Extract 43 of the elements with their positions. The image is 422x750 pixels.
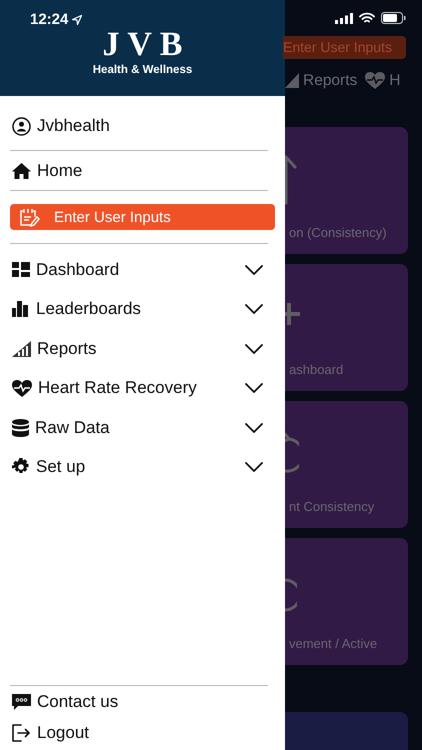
grid-icon bbox=[12, 262, 30, 278]
logout-icon bbox=[12, 724, 31, 742]
location-arrow-icon bbox=[72, 14, 82, 24]
menu-item[interactable]: Heart Rate Recovery bbox=[10, 368, 275, 408]
menu-item[interactable]: Set up bbox=[10, 448, 275, 487]
chat-bubble-icon bbox=[12, 694, 31, 710]
chevron-icon[interactable] bbox=[245, 462, 263, 472]
logo-title: J V B bbox=[102, 28, 182, 62]
card-label: vement / Active bbox=[289, 636, 378, 651]
card-label: nt Consistency bbox=[289, 498, 376, 514]
chevron-icon[interactable] bbox=[245, 264, 263, 275]
footer-item[interactable]: Logout bbox=[10, 716, 275, 750]
menu-item[interactable]: Dashboard bbox=[10, 250, 275, 290]
heart-pulse-icon bbox=[365, 72, 386, 90]
user-circle-icon bbox=[12, 116, 31, 136]
account-item[interactable]: Jvbhealth bbox=[10, 96, 275, 150]
plus-icon bbox=[285, 302, 301, 326]
nav-tab[interactable]: H bbox=[365, 72, 400, 90]
menu-item[interactable]: Leaderboards bbox=[10, 290, 275, 329]
home-icon bbox=[12, 162, 31, 178]
card-label: on (Consistency) bbox=[289, 224, 388, 240]
chevron-icon[interactable] bbox=[245, 383, 263, 394]
chevron-icon[interactable] bbox=[245, 304, 263, 314]
home-item[interactable]: Home bbox=[10, 151, 275, 190]
logo-subtitle: Health & Wellness bbox=[92, 64, 192, 76]
menu-item[interactable]: Raw Data bbox=[10, 408, 275, 448]
wifi-icon bbox=[359, 12, 375, 24]
footer-item[interactable]: Contact us bbox=[10, 688, 275, 716]
card-label: ashboard bbox=[289, 362, 344, 377]
database-icon bbox=[12, 418, 29, 437]
chevron-icon[interactable] bbox=[245, 422, 263, 433]
heart-pulse-icon bbox=[12, 380, 32, 397]
battery-icon bbox=[381, 12, 406, 24]
report-chart-icon bbox=[12, 340, 31, 357]
bar-chart-icon bbox=[12, 301, 30, 318]
notepad-pen-icon bbox=[20, 208, 40, 226]
enter-inputs-button[interactable]: Enter User Inputs bbox=[10, 204, 275, 230]
menu-item[interactable]: Reports bbox=[10, 329, 275, 368]
nav-tab[interactable]: Reports bbox=[285, 72, 358, 90]
chevron-icon[interactable] bbox=[245, 344, 263, 354]
arrow-up-icon bbox=[285, 152, 297, 205]
clock-time: 12:24 bbox=[30, 11, 68, 28]
signal-icon bbox=[335, 12, 353, 24]
